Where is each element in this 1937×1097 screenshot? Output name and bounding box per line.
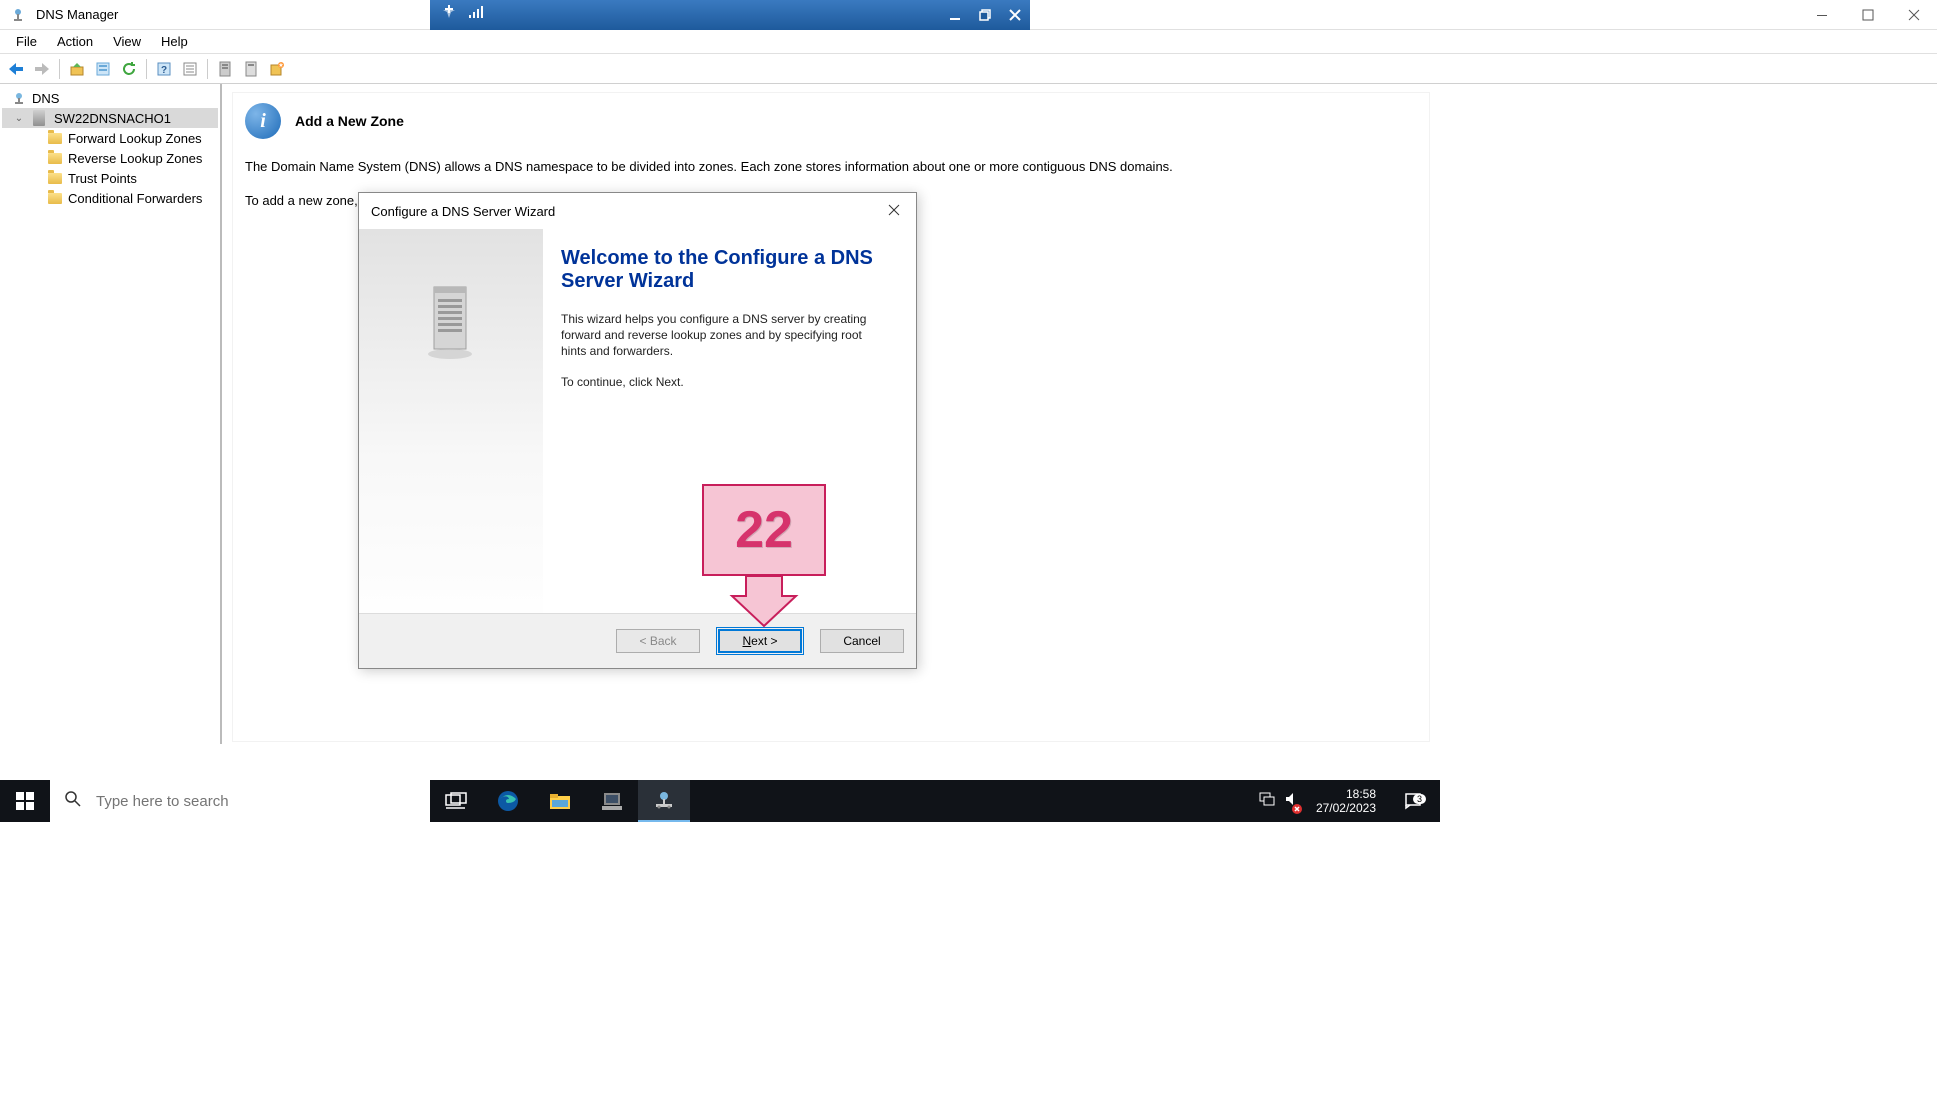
callout-number: 22 [735,500,793,560]
toolbar-list-button[interactable] [178,57,202,81]
pin-icon[interactable] [442,5,456,24]
wizard-heading: Welcome to the Configure a DNS Server Wi… [561,247,890,293]
tree-toggle-icon[interactable]: ⌄ [12,113,26,124]
dns-app-icon [8,5,28,25]
tree-trust-points[interactable]: Trust Points [2,168,218,188]
tree-reverse-lookup-zones[interactable]: Reverse Lookup Zones [2,148,218,168]
wizard-next-button[interactable]: Next > [718,629,802,653]
dns-manager-taskbar-button[interactable] [638,780,690,822]
folder-icon [46,129,64,147]
toolbar-help-button[interactable]: ? [152,57,176,81]
wizard-footer: < Back Next > Cancel [359,613,916,668]
menu-view[interactable]: View [103,32,151,51]
svg-text:★: ★ [278,62,283,69]
notification-badge: 3 [1413,794,1426,804]
tree-forward-lookup-zones[interactable]: Forward Lookup Zones [2,128,218,148]
server-icon [30,109,48,127]
window-titlebar: DNS Manager [0,0,1937,30]
taskbar: 18:58 27/02/2023 3 [0,780,1440,822]
svg-text:?: ? [161,65,167,76]
content-body: The Domain Name System (DNS) allows a DN… [245,157,1417,177]
notifications-button[interactable]: 3 [1392,792,1434,810]
vm-minimize-button[interactable] [940,0,970,30]
vm-close-button[interactable] [1000,0,1030,30]
taskview-button[interactable] [430,780,482,822]
tree-panel: DNS ⌄ SW22DNSNACHO1 Forward Lookup Zones… [0,84,222,744]
wizard-back-button: < Back [616,629,700,653]
tree-cf-label: Conditional Forwarders [68,191,202,206]
explorer-button[interactable] [534,780,586,822]
wizard-dialog: Configure a DNS Server Wizard [358,192,917,669]
menu-help[interactable]: Help [151,32,198,51]
toolbar-server-button[interactable] [213,57,237,81]
signal-icon [468,5,484,24]
tray-volume-icon[interactable] [1284,791,1300,812]
wizard-titlebar[interactable]: Configure a DNS Server Wizard [359,193,916,229]
menu-file[interactable]: File [6,32,47,51]
start-button[interactable] [0,780,50,822]
tree-conditional-forwarders[interactable]: Conditional Forwarders [2,188,218,208]
wizard-title: Configure a DNS Server Wizard [371,204,555,219]
dns-root-icon [10,89,28,107]
search-input[interactable] [96,793,416,810]
wizard-side-graphic [359,229,543,613]
edge-button[interactable] [482,780,534,822]
folder-icon [46,149,64,167]
folder-icon [46,169,64,187]
vm-restore-button[interactable] [970,0,1000,30]
tree-tp-label: Trust Points [68,171,137,186]
clock-date: 27/02/2023 [1316,801,1376,815]
wizard-cancel-button[interactable]: Cancel [820,629,904,653]
toolbar-separator [207,59,208,79]
toolbar-forward-button[interactable] [30,57,54,81]
toolbar-separator [59,59,60,79]
toolbar: ? ★ [0,54,1937,84]
server-manager-button[interactable] [586,780,638,822]
window-title: DNS Manager [36,7,118,22]
taskbar-search[interactable] [50,780,430,822]
vm-connection-bar [430,0,1030,30]
toolbar-refresh-button[interactable] [117,57,141,81]
taskbar-clock[interactable]: 18:58 27/02/2023 [1308,787,1384,816]
menu-action[interactable]: Action [47,32,103,51]
host-maximize-button[interactable] [1845,0,1891,29]
search-icon [64,790,82,813]
tree-server-label: SW22DNSNACHO1 [52,111,173,126]
toolbar-server-button-2[interactable] [239,57,263,81]
tray-network-icon[interactable] [1258,791,1276,812]
tree-rlz-label: Reverse Lookup Zones [68,151,202,166]
toolbar-back-button[interactable] [4,57,28,81]
tree-flz-label: Forward Lookup Zones [68,131,202,146]
toolbar-properties-button[interactable] [91,57,115,81]
toolbar-new-zone-button[interactable]: ★ [265,57,289,81]
host-minimize-button[interactable] [1799,0,1845,29]
annotation-callout: 22 [702,484,826,628]
wizard-paragraph-1: This wizard helps you configure a DNS se… [561,311,890,360]
folder-icon [46,189,64,207]
toolbar-up-button[interactable] [65,57,89,81]
wizard-paragraph-2: To continue, click Next. [561,374,890,390]
tree-server[interactable]: ⌄ SW22DNSNACHO1 [2,108,218,128]
host-close-button[interactable] [1891,0,1937,29]
content-heading: Add a New Zone [295,113,404,129]
wizard-close-button[interactable] [872,193,916,227]
clock-time: 18:58 [1316,787,1376,801]
toolbar-separator [146,59,147,79]
tree-root-dns[interactable]: DNS [2,88,218,108]
tree-root-label: DNS [32,91,59,106]
info-icon: i [245,103,281,139]
menubar: File Action View Help [0,30,1937,54]
